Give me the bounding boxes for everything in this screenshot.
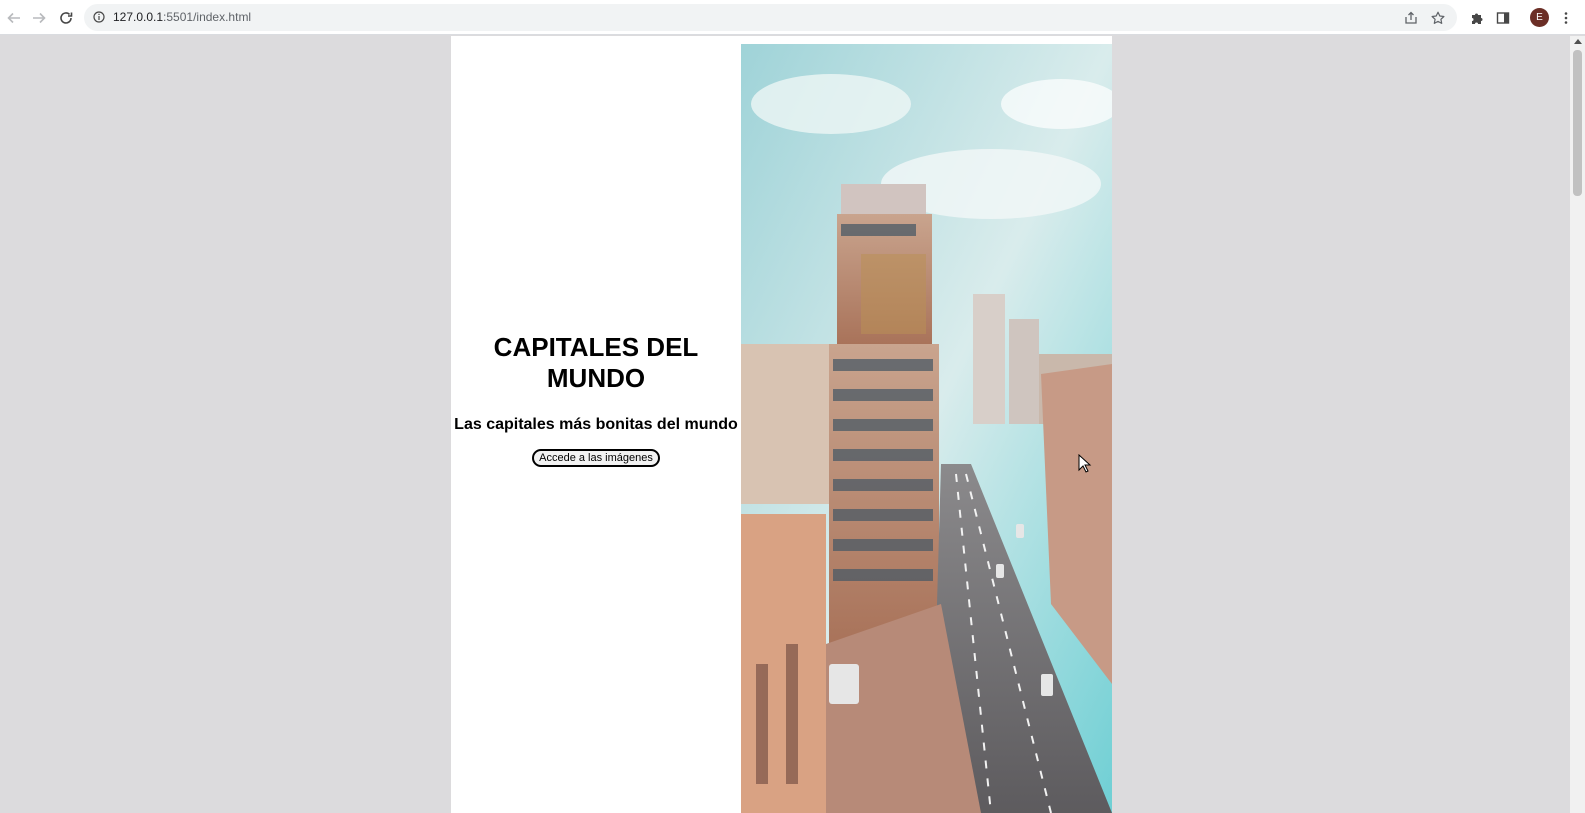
hero-text-panel: CAPITALES DEL MUNDO Las capitales más bo…	[451, 36, 741, 813]
images-button[interactable]: Accede a las imágenes	[532, 449, 660, 467]
page-subtitle: Las capitales más bonitas del mundo	[454, 416, 738, 433]
back-button[interactable]	[3, 7, 25, 29]
reload-button[interactable]	[55, 7, 77, 29]
city-photo	[741, 44, 1112, 813]
profile-avatar[interactable]: E	[1530, 8, 1549, 27]
share-icon	[1405, 11, 1417, 24]
address-bar[interactable]: 127.0.0.1:5501/index.html	[84, 4, 1457, 31]
page-title: CAPITALES DEL MUNDO	[493, 332, 699, 393]
side-panel-icon	[1496, 12, 1510, 24]
url-path: :5501/index.html	[163, 10, 252, 24]
arrow-right-icon	[33, 12, 46, 24]
bookmark-button[interactable]	[1429, 9, 1447, 27]
extensions-button[interactable]	[1466, 7, 1488, 29]
browser-menu-button[interactable]	[1555, 7, 1577, 29]
mouse-cursor-icon	[1078, 454, 1092, 473]
page-content: CAPITALES DEL MUNDO Las capitales más bo…	[451, 36, 1112, 813]
scroll-up-arrow-icon[interactable]	[1574, 39, 1582, 44]
share-button[interactable]	[1402, 9, 1420, 27]
reload-icon	[60, 12, 73, 24]
side-panel-button[interactable]	[1492, 7, 1514, 29]
kebab-menu-icon	[1564, 12, 1568, 24]
url-host: 127.0.0.1	[113, 10, 164, 24]
page-viewport: CAPITALES DEL MUNDO Las capitales más bo…	[0, 36, 1570, 813]
site-info-button[interactable]	[92, 10, 106, 24]
profile-initial: E	[1536, 12, 1543, 23]
browser-toolbar: 127.0.0.1:5501/index.html E	[0, 0, 1585, 35]
info-icon	[93, 11, 105, 23]
star-icon	[1431, 11, 1445, 24]
scrollbar-thumb[interactable]	[1573, 50, 1582, 196]
url-text[interactable]: 127.0.0.1:5501/index.html	[113, 10, 251, 24]
arrow-left-icon	[7, 12, 20, 24]
forward-button[interactable]	[28, 7, 50, 29]
puzzle-icon	[1472, 13, 1483, 24]
vertical-scrollbar[interactable]	[1570, 36, 1585, 813]
